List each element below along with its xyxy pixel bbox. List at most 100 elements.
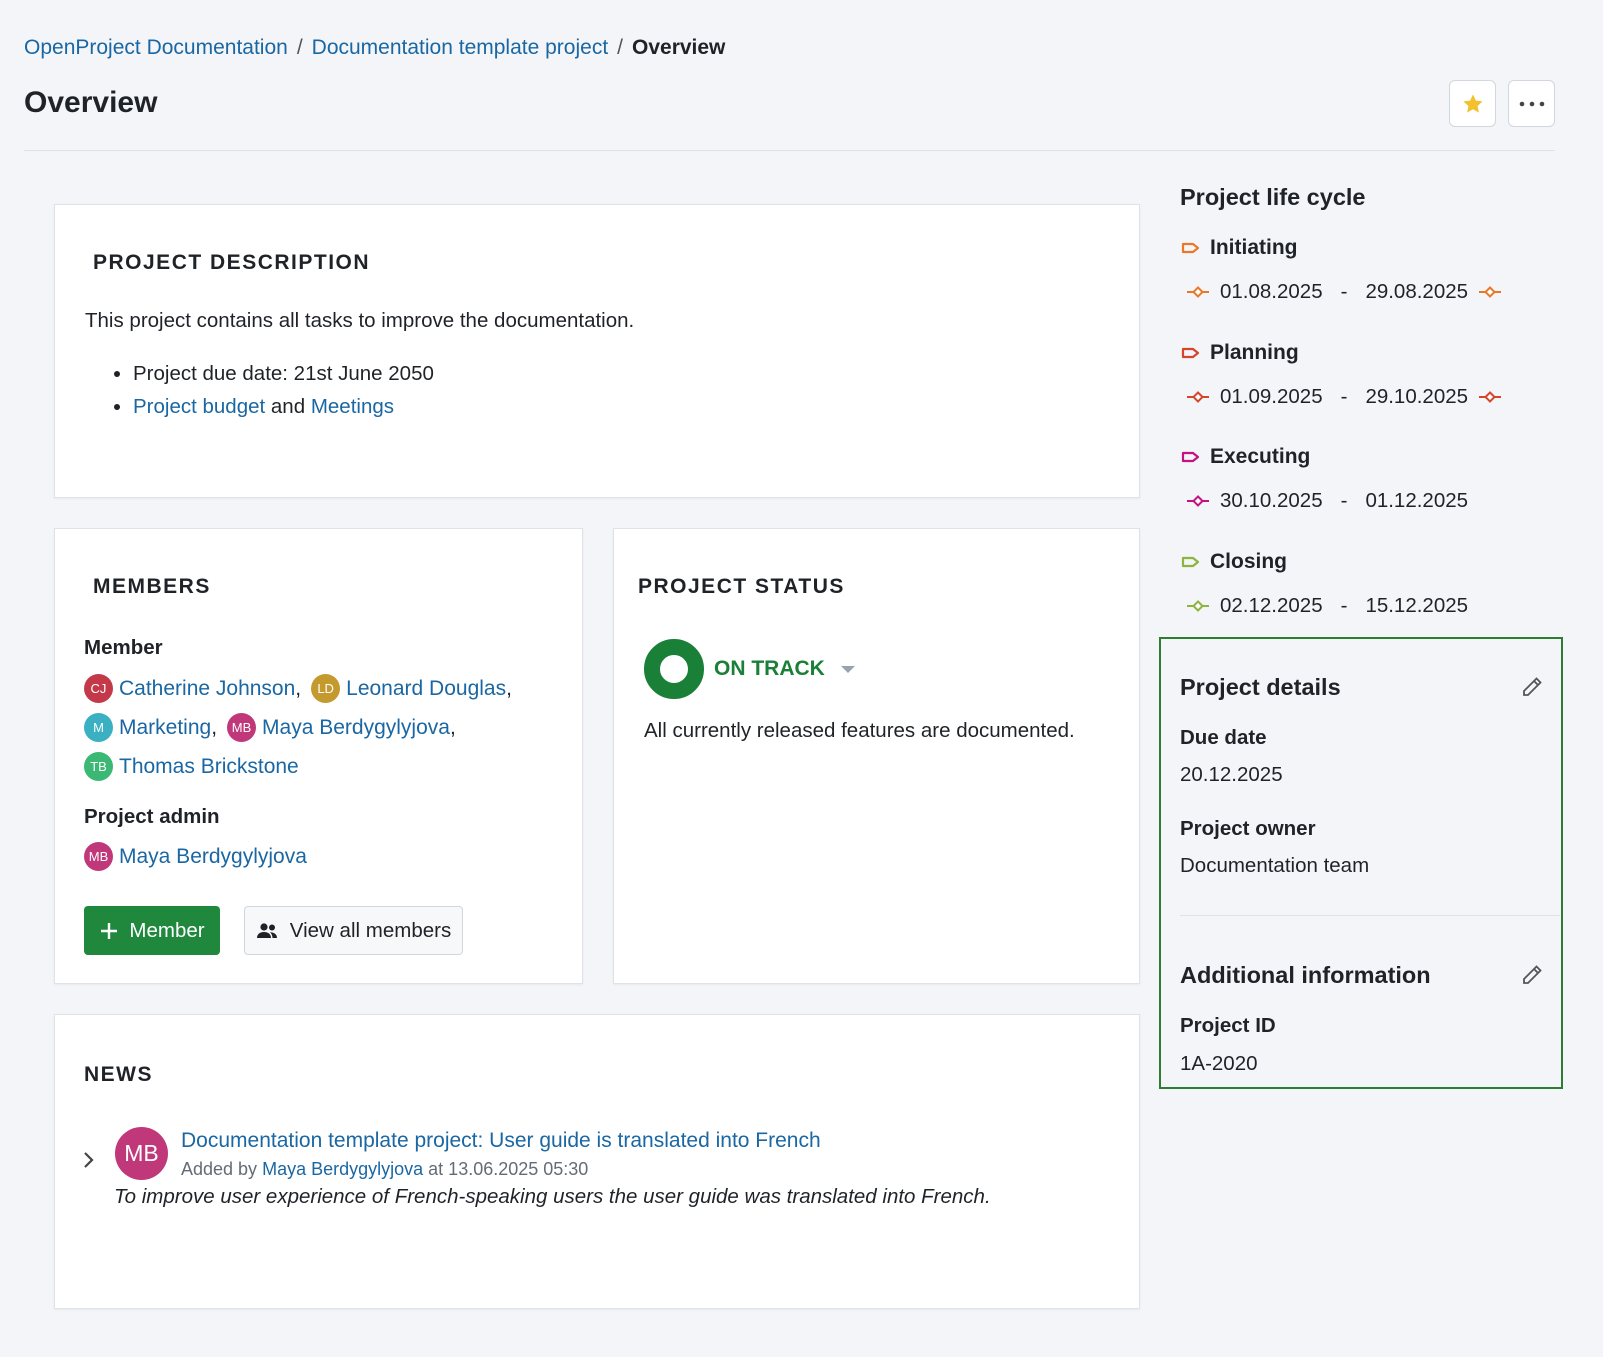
phase-icon — [1181, 451, 1200, 463]
admin-link-maya-berdygylyjova[interactable]: Maya Berdygylyjova — [119, 845, 307, 869]
member-link-leonard-douglas[interactable]: Leonard Douglas — [346, 677, 506, 701]
date-separator: - — [1340, 593, 1348, 617]
separator-comma: , — [506, 676, 512, 700]
phase-start-date: 30.10.2025 — [1220, 489, 1323, 512]
phase-gate-icon — [1187, 495, 1209, 507]
member-link-marketing[interactable]: Marketing — [119, 716, 211, 740]
view-all-members-button[interactable]: View all members — [244, 906, 463, 955]
widget-title: PROJECT STATUS — [638, 575, 845, 598]
caret-down-icon — [840, 665, 855, 673]
phase-end-date: 29.08.2025 — [1365, 280, 1469, 303]
description-text: This project contains all tasks to impro… — [85, 309, 635, 332]
avatar: CJ — [84, 674, 113, 703]
section-divider — [1180, 915, 1560, 916]
avatar: M — [84, 713, 113, 742]
phase-gate-icon — [1187, 599, 1209, 612]
member-link-catherine-johnson[interactable]: Catherine Johnson — [119, 677, 295, 701]
breadcrumb-separator: / — [617, 36, 623, 59]
news-summary: To improve user experience of French-spe… — [114, 1185, 991, 1208]
widget-title: MEMBERS — [93, 575, 211, 598]
phase-end-date: 15.12.2025 — [1365, 593, 1469, 617]
date-separator: - — [1340, 280, 1348, 303]
member-link-thomas-brickstone[interactable]: Thomas Brickstone — [119, 755, 299, 779]
phase-end-date: 01.12.2025 — [1365, 489, 1469, 512]
member-link-maya-berdygylyjova[interactable]: Maya Berdygylyjova — [262, 716, 450, 740]
members-row: CJ Catherine Johnson , LD Leonard Dougla… — [84, 674, 522, 703]
widget-title: NEWS — [84, 1063, 153, 1086]
phase-dates-closing: 02.12.2025-15.12.2025 — [1186, 594, 1478, 618]
star-icon — [1463, 94, 1482, 113]
news-headline-link[interactable]: Documentation template project: User gui… — [181, 1129, 821, 1153]
news-timestamp: at 13.06.2025 05:30 — [428, 1159, 589, 1179]
phase-end-date: 29.10.2025 — [1365, 384, 1469, 408]
status-explanation: All currently released features are docu… — [644, 719, 1075, 742]
list-connector-text: and — [270, 395, 306, 418]
phase-gate-icon — [1187, 286, 1209, 298]
view-all-members-label: View all members — [289, 918, 452, 942]
breadcrumb: OpenProject Documentation / Documentatio… — [24, 36, 725, 60]
avatar: TB — [84, 752, 113, 781]
avatar: MB — [227, 713, 257, 742]
member-role-label: Member — [84, 636, 163, 659]
phase-gate-icon — [1479, 286, 1502, 298]
phase-dates-executing: 30.10.2025-01.12.2025 — [1186, 489, 1478, 513]
add-member-label: Member — [129, 918, 205, 942]
chevron-right-icon[interactable] — [83, 1151, 95, 1175]
pencil-icon[interactable] — [1520, 675, 1544, 699]
phase-start-date: 01.08.2025 — [1220, 280, 1323, 303]
project-budget-link[interactable]: Project budget — [133, 395, 265, 418]
list-item: Project due date: 21st June 2050 — [133, 357, 434, 390]
phase-label: Planning — [1210, 340, 1299, 364]
additional-information-title: Additional information — [1180, 962, 1431, 988]
favorite-button[interactable] — [1449, 80, 1496, 127]
people-icon — [256, 922, 277, 938]
status-selector[interactable]: ON TRACK — [644, 639, 855, 699]
status-label: ON TRACK — [714, 657, 825, 680]
add-member-button[interactable]: Member — [84, 906, 220, 955]
avatar: MB — [115, 1127, 168, 1180]
header-actions — [1449, 80, 1555, 127]
ellipsis-icon — [1519, 101, 1544, 106]
members-row: M Marketing , MB Maya Berdygylyjova , — [84, 713, 466, 742]
phase-gate-icon — [1187, 390, 1209, 403]
news-author-link[interactable]: Maya Berdygylyjova — [262, 1159, 423, 1179]
meetings-link[interactable]: Meetings — [311, 395, 394, 418]
phase-label: Initiating — [1210, 236, 1298, 259]
phase-dates-initiating: 01.08.2025-29.08.2025 — [1186, 280, 1502, 304]
phase-start-date: 02.12.2025 — [1220, 593, 1323, 617]
members-row: TB Thomas Brickstone — [84, 752, 299, 781]
date-separator: - — [1340, 489, 1348, 512]
phase-start-date: 01.09.2025 — [1220, 384, 1323, 408]
life-cycle-title: Project life cycle — [1180, 184, 1366, 210]
project-id-label: Project ID — [1180, 1014, 1276, 1037]
more-actions-button[interactable] — [1508, 80, 1555, 127]
phase-icon — [1181, 242, 1200, 254]
news-widget: NEWS MB Documentation template project: … — [54, 1014, 1140, 1309]
project-owner-value: Documentation team — [1180, 854, 1370, 877]
news-meta: Added by Maya Berdygylyjova at 13.06.202… — [181, 1159, 588, 1180]
date-separator: - — [1340, 384, 1348, 408]
avatar: LD — [311, 674, 341, 703]
breadcrumb-link-documentation-template-project[interactable]: Documentation template project — [312, 36, 609, 60]
project-description-widget: PROJECT DESCRIPTION This project contain… — [54, 204, 1140, 498]
breadcrumb-link-openproject-documentation[interactable]: OpenProject Documentation — [24, 36, 288, 60]
phase-name-planning: Planning — [1180, 341, 1299, 365]
phase-label: Closing — [1210, 549, 1287, 573]
list-item: Project budget and Meetings — [133, 390, 434, 423]
admin-role-label: Project admin — [84, 805, 220, 828]
phase-name-executing: Executing — [1180, 445, 1310, 469]
plus-icon — [101, 922, 118, 939]
phase-name-initiating: Initiating — [1180, 236, 1298, 260]
breadcrumb-current: Overview — [632, 36, 726, 59]
phase-icon — [1181, 347, 1200, 358]
project-id-value: 1A-2020 — [1180, 1052, 1258, 1075]
breadcrumb-separator: / — [296, 36, 303, 59]
widget-title: PROJECT DESCRIPTION — [93, 251, 371, 274]
phase-dates-planning: 01.09.2025-29.10.2025 — [1186, 385, 1502, 409]
separator-comma: , — [449, 715, 456, 739]
pencil-icon[interactable] — [1520, 963, 1544, 987]
phase-name-closing: Closing — [1180, 550, 1287, 574]
project-details-title: Project details — [1180, 674, 1341, 700]
status-indicator-icon — [644, 639, 704, 699]
phase-gate-icon — [1479, 390, 1502, 403]
